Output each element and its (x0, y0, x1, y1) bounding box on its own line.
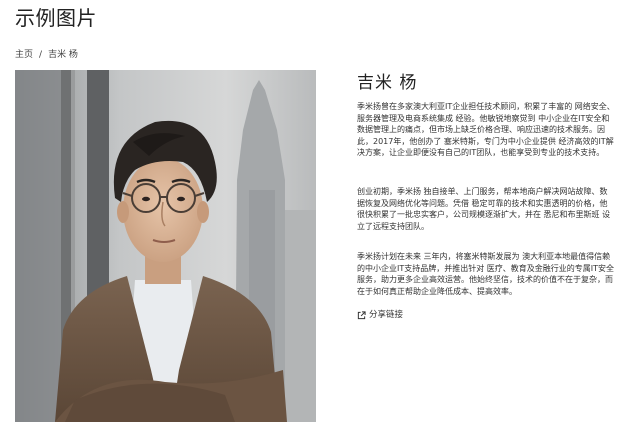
profile-bio-paragraph: 季米扬曾在多家澳大利亚IT企业担任技术顾问，积累了丰富的 网络安全、服务器管理及… (357, 102, 615, 158)
profile-photo (15, 70, 316, 422)
breadcrumb-home-link[interactable]: 主页 (15, 49, 33, 61)
breadcrumb-separator: / (39, 50, 43, 60)
page-title: 示例图片 (15, 6, 97, 30)
profile-bio-paragraph: 季米扬计划在未来 三年内，将塞米特斯发展为 澳大利亚本地最值得信赖的中小企业IT… (357, 252, 615, 296)
profile-bio-paragraph: 创业初期，季米扬 独自接单、上门服务，帮本地商户解决网站故障、数据恢复及网络优化… (357, 187, 611, 231)
breadcrumb: 主页 / 吉米 杨 (15, 49, 78, 61)
profile-name: 吉米 杨 (357, 73, 418, 93)
share-link-button[interactable]: 分享链接 (357, 309, 403, 321)
share-link-label: 分享链接 (369, 310, 404, 320)
share-icon (357, 310, 366, 320)
breadcrumb-current: 吉米 杨 (48, 50, 78, 60)
